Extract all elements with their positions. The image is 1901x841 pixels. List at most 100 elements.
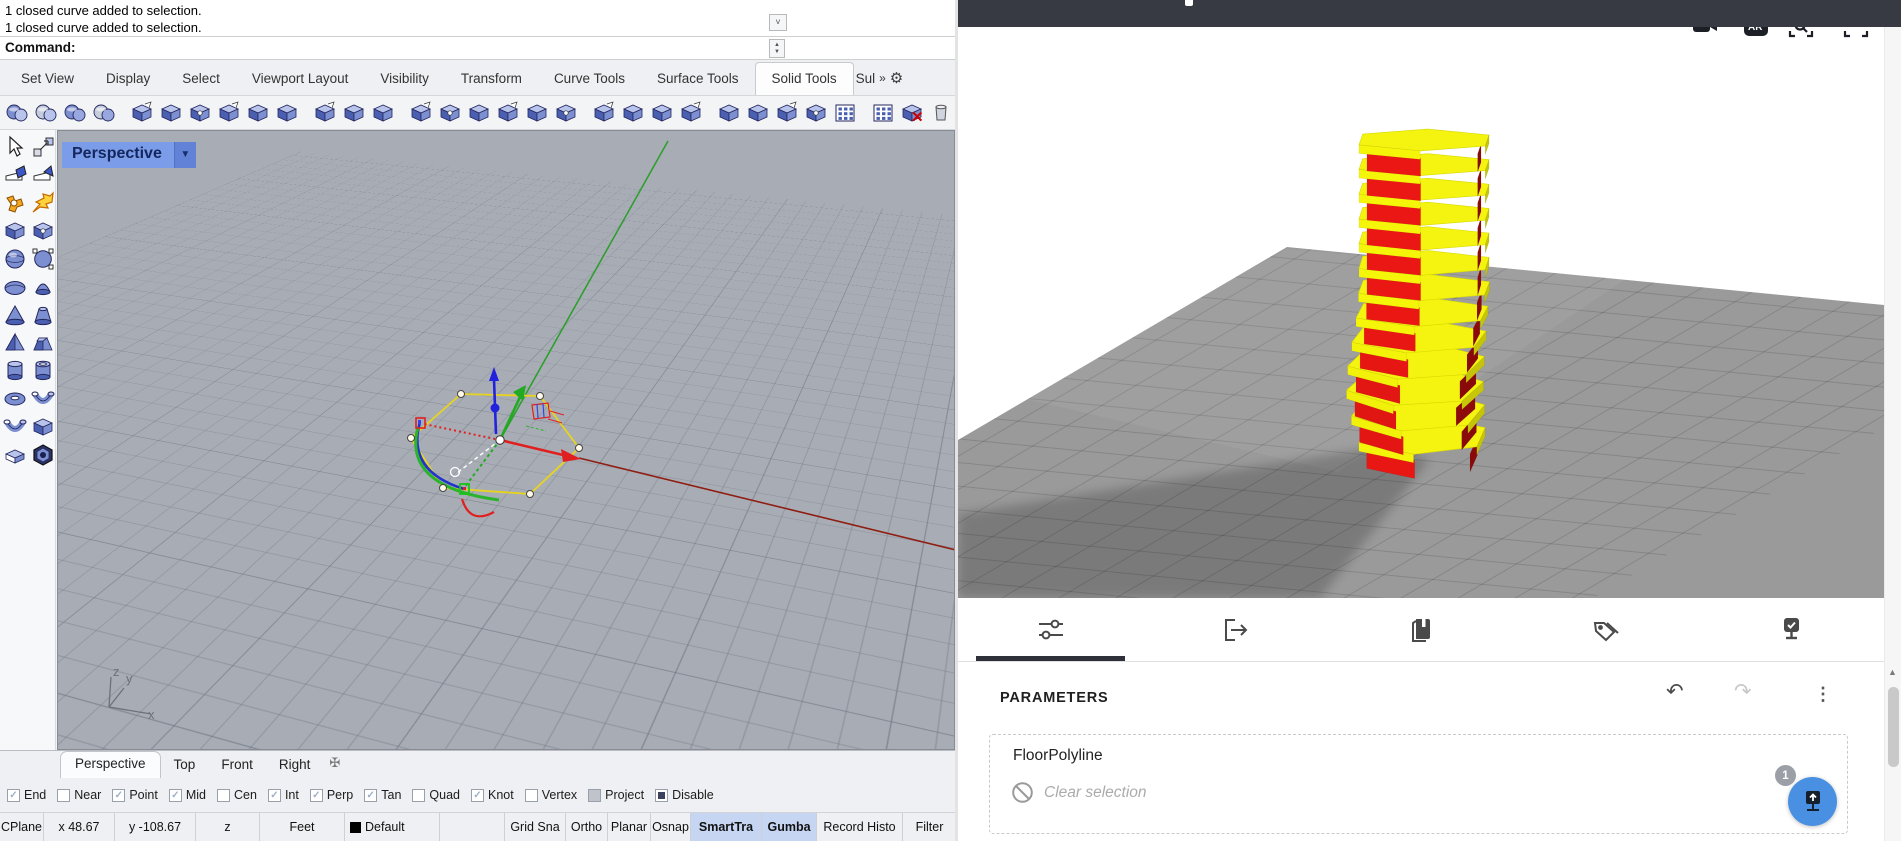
place-hole-icon[interactable] xyxy=(774,100,800,126)
pipe-icon[interactable] xyxy=(30,386,56,412)
chamfer-edge-icon[interactable] xyxy=(495,100,521,126)
toolbar-gear-icon[interactable]: ⚙ xyxy=(890,69,903,87)
status-pane-gumba[interactable]: Gumba xyxy=(762,813,817,841)
perspective-viewport[interactable]: z y x Perspective ▼ xyxy=(57,130,955,750)
boolean-split-icon[interactable] xyxy=(91,100,117,126)
osnap-checkbox-checked[interactable]: ✓ xyxy=(471,789,484,802)
menu-tab-solid-tools[interactable]: Solid Tools xyxy=(755,62,854,95)
osnap-point[interactable]: ✓Point xyxy=(112,788,158,802)
scrollbar-thumb[interactable] xyxy=(1888,687,1899,767)
status-pane-planar[interactable]: Planar xyxy=(608,813,651,841)
pyramid-icon[interactable] xyxy=(2,330,28,356)
solid-union-edit-icon[interactable] xyxy=(274,100,300,126)
twist-solid-icon[interactable] xyxy=(245,100,271,126)
cylinder-hole-icon[interactable] xyxy=(716,100,742,126)
viewport-tab-top[interactable]: Top xyxy=(161,753,209,778)
paraboloid-icon[interactable] xyxy=(30,274,56,300)
command-prompt[interactable]: Command: xyxy=(0,37,957,60)
menu-tab-transform[interactable]: Transform xyxy=(445,63,538,95)
menu-tab-curve-tools[interactable]: Curve Tools xyxy=(538,63,641,95)
add-viewport-tab-icon[interactable]: ✠ xyxy=(323,751,346,778)
osnap-vertex[interactable]: Vertex xyxy=(525,788,577,802)
hex-bolt-icon[interactable] xyxy=(30,442,56,468)
status-pane-feet[interactable]: Feet xyxy=(260,813,345,841)
osnap-tan[interactable]: ✓Tan xyxy=(364,788,401,802)
torus-icon[interactable] xyxy=(2,386,28,412)
viewport-title-dropdown-icon[interactable]: ▼ xyxy=(174,142,196,168)
extrude-face-icon[interactable] xyxy=(649,100,675,126)
osnap-checkbox-checked[interactable]: ✓ xyxy=(169,789,182,802)
command-spinner[interactable]: ▲▼ xyxy=(769,39,785,58)
status-pane-z[interactable]: z xyxy=(196,813,260,841)
status-pane-y-108-67[interactable]: y -108.67 xyxy=(115,813,196,841)
smash-burst-icon[interactable] xyxy=(30,190,56,216)
boolean-difference-icon[interactable] xyxy=(33,100,59,126)
cone-icon[interactable] xyxy=(2,302,28,328)
osnap-checkbox-unchecked[interactable] xyxy=(525,789,538,802)
cylinder-icon[interactable] xyxy=(2,358,28,384)
menu-tab-set-view[interactable]: Set View xyxy=(5,63,90,95)
rotate-hole-icon[interactable] xyxy=(803,100,829,126)
osnap-project[interactable]: Project xyxy=(588,788,644,802)
panel-scrollbar[interactable]: ▲ xyxy=(1884,27,1901,841)
make-cup-icon[interactable] xyxy=(928,100,954,126)
truncated-pyramid-icon[interactable] xyxy=(30,330,56,356)
osnap-checkbox-checked[interactable]: ✓ xyxy=(268,789,281,802)
viewport-title-label[interactable]: Perspective xyxy=(62,142,174,168)
status-pane-osnap[interactable]: Osnap xyxy=(651,813,691,841)
osnap-mid[interactable]: ✓Mid xyxy=(169,788,206,802)
osnap-checkbox-filled[interactable] xyxy=(588,789,601,802)
solid-control-points-icon[interactable] xyxy=(678,100,704,126)
status-pane-ortho[interactable]: Ortho xyxy=(566,813,608,841)
box-corner-icon[interactable] xyxy=(129,100,155,126)
select-pointer-icon[interactable] xyxy=(2,134,28,160)
osnap-cen[interactable]: Cen xyxy=(217,788,257,802)
status-pane-empty[interactable] xyxy=(440,813,505,841)
viewer-tab-parameters-sliders[interactable] xyxy=(958,598,1143,661)
viewer-tab-saved-state[interactable] xyxy=(1699,598,1884,661)
menu-tab-select[interactable]: Select xyxy=(166,63,236,95)
command-history[interactable]: 1 closed curve added to selection. 1 clo… xyxy=(0,0,957,37)
fillet-edge-icon[interactable] xyxy=(437,100,463,126)
extract-surface-icon[interactable] xyxy=(341,100,367,126)
osnap-int[interactable]: ✓Int xyxy=(268,788,299,802)
osnap-end[interactable]: ✓End xyxy=(7,788,46,802)
move-face-icon[interactable] xyxy=(591,100,617,126)
osnap-checkbox-checked[interactable]: ✓ xyxy=(7,789,20,802)
create-solid-icon[interactable] xyxy=(408,100,434,126)
box-deform-icon[interactable] xyxy=(158,100,184,126)
move-uvn-icon[interactable] xyxy=(30,134,56,160)
osnap-checkbox-unchecked[interactable] xyxy=(412,789,425,802)
osnap-near[interactable]: Near xyxy=(57,788,101,802)
osnap-quad[interactable]: Quad xyxy=(412,788,460,802)
pipe-round-icon[interactable] xyxy=(2,414,28,440)
status-pane-grid-sna[interactable]: Grid Sna xyxy=(505,813,566,841)
undo-button[interactable]: ↶ xyxy=(1666,682,1684,702)
edge-softening-icon[interactable] xyxy=(553,100,579,126)
viewport-tab-front[interactable]: Front xyxy=(208,753,266,778)
menu-overflow-chevron-icon[interactable]: » xyxy=(879,71,886,85)
tube-icon[interactable] xyxy=(30,358,56,384)
menu-tab-display[interactable]: Display xyxy=(90,63,166,95)
status-pane-record-histo[interactable]: Record Histo xyxy=(817,813,903,841)
overflow-menu-button[interactable]: ⋮ xyxy=(1814,684,1832,705)
viewport-tab-perspective[interactable]: Perspective xyxy=(60,751,161,778)
clear-selection-button[interactable]: Clear selection xyxy=(1011,781,1147,804)
hide-flag-icon[interactable] xyxy=(30,162,56,188)
viewport-tab-right[interactable]: Right xyxy=(266,753,324,778)
osnap-checkbox-unchecked[interactable] xyxy=(57,789,70,802)
status-pane-x-48-67[interactable]: x 48.67 xyxy=(44,813,115,841)
osnap-checkbox-checked[interactable]: ✓ xyxy=(112,789,125,802)
osnap-checkbox-checked[interactable]: ✓ xyxy=(364,789,377,802)
viewer-tab-tags[interactable] xyxy=(1514,598,1699,661)
sphere-points-icon[interactable] xyxy=(30,246,56,272)
box-icon[interactable] xyxy=(2,218,28,244)
delete-hole-icon[interactable]: ✕ xyxy=(899,100,925,126)
extrusion-icon[interactable] xyxy=(30,414,56,440)
status-pane-cplane[interactable]: CPlane xyxy=(0,813,44,841)
bend-solid-icon[interactable] xyxy=(187,100,213,126)
truncated-cone-icon[interactable] xyxy=(30,302,56,328)
sphere-icon[interactable] xyxy=(2,246,28,272)
osnap-perp[interactable]: ✓Perp xyxy=(310,788,353,802)
scroll-up-icon[interactable]: ▲ xyxy=(1888,667,1897,677)
